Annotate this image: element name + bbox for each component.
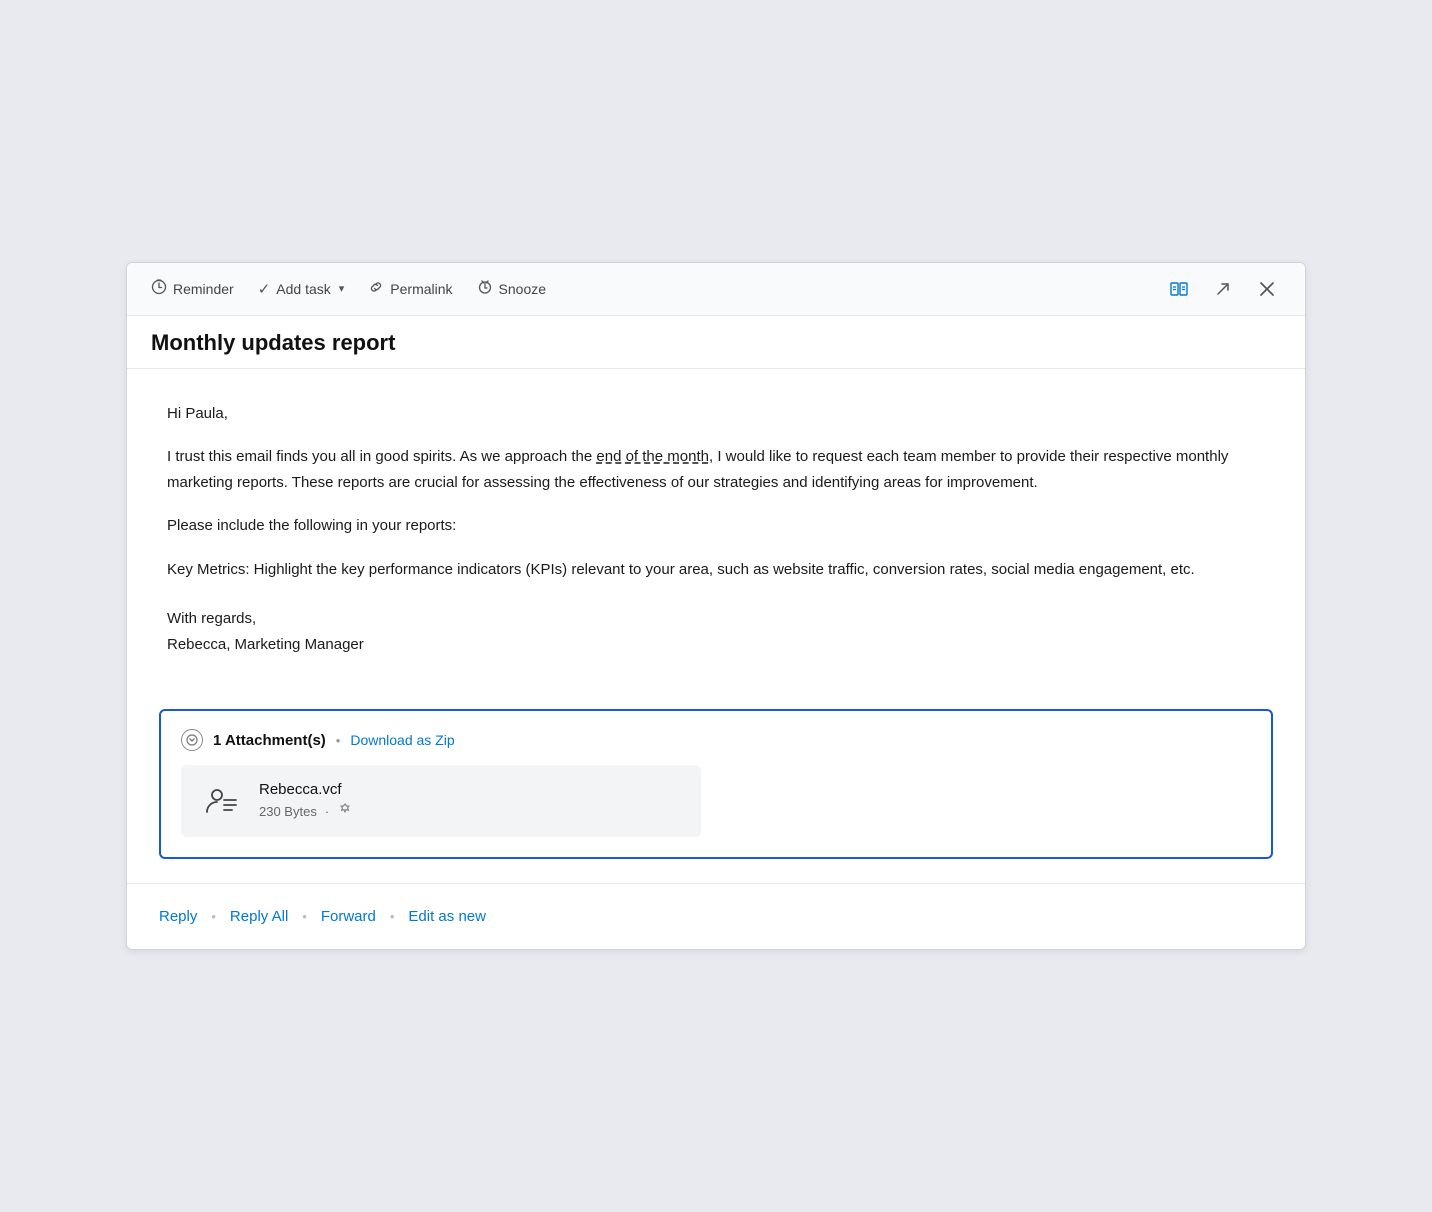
attachment-box: 1 Attachment(s) • Download as Zip Rebecc… [159, 709, 1273, 859]
checkmark-icon: ✓ [258, 280, 271, 298]
attachment-collapse-button[interactable] [181, 729, 203, 751]
verified-icon [337, 802, 353, 821]
reminder-button[interactable]: Reminder [151, 279, 234, 299]
email-title-bar: Monthly updates report [127, 316, 1305, 369]
snooze-label: Snooze [499, 281, 546, 297]
separator-1: • [211, 909, 216, 924]
email-greeting: Hi Paula, [167, 401, 1265, 427]
reply-button[interactable]: Reply [159, 902, 197, 931]
edit-as-new-button[interactable]: Edit as new [408, 902, 486, 931]
email-signature: With regards, Rebecca, Marketing Manager [167, 606, 1265, 657]
file-name: Rebecca.vcf [259, 781, 683, 798]
file-info: Rebecca.vcf 230 Bytes · [259, 781, 683, 821]
caret-down-icon: ▾ [339, 282, 345, 295]
file-size: 230 Bytes [259, 804, 317, 819]
contact-file-icon [199, 779, 243, 823]
file-meta-dot: · [325, 804, 329, 819]
attachment-separator-dot: • [336, 733, 341, 748]
add-task-label: Add task [276, 281, 330, 297]
snooze-button[interactable]: Snooze [477, 279, 546, 299]
close-button[interactable] [1253, 275, 1281, 303]
file-meta: 230 Bytes · [259, 802, 683, 821]
signature-line-1: With regards, [167, 606, 1265, 632]
email-body: Hi Paula, I trust this email finds you a… [127, 369, 1305, 682]
attachment-header: 1 Attachment(s) • Download as Zip [181, 729, 1251, 751]
download-zip-button[interactable]: Download as Zip [350, 732, 454, 748]
link-icon [368, 279, 384, 299]
immersive-reader-button[interactable] [1165, 275, 1193, 303]
attachment-file-item[interactable]: Rebecca.vcf 230 Bytes · [181, 765, 701, 837]
end-of-month-phrase: end of the month [596, 448, 709, 465]
separator-2: • [302, 909, 307, 924]
email-body-paragraph-2: Please include the following in your rep… [167, 513, 1265, 539]
separator-3: • [390, 909, 395, 924]
attachment-section: 1 Attachment(s) • Download as Zip Rebecc… [159, 709, 1273, 859]
add-task-button[interactable]: ✓ Add task ▾ [258, 280, 345, 298]
forward-button[interactable]: Forward [321, 902, 376, 931]
toolbar-left-actions: Reminder ✓ Add task ▾ Permalink [151, 279, 1165, 299]
snooze-icon [477, 279, 493, 299]
toolbar-right-actions [1165, 275, 1281, 303]
action-bar: Reply • Reply All • Forward • Edit as ne… [127, 883, 1305, 949]
reminder-icon [151, 279, 167, 299]
signature-line-2: Rebecca, Marketing Manager [167, 632, 1265, 658]
email-toolbar: Reminder ✓ Add task ▾ Permalink [127, 263, 1305, 316]
permalink-label: Permalink [390, 281, 452, 297]
email-body-paragraph-1: I trust this email finds you all in good… [167, 444, 1265, 495]
reply-all-button[interactable]: Reply All [230, 902, 288, 931]
permalink-button[interactable]: Permalink [368, 279, 452, 299]
email-body-paragraph-3: Key Metrics: Highlight the key performan… [167, 557, 1265, 583]
popout-button[interactable] [1209, 275, 1237, 303]
email-panel: Reminder ✓ Add task ▾ Permalink [126, 262, 1306, 951]
attachment-count: 1 Attachment(s) [213, 732, 326, 749]
email-subject: Monthly updates report [151, 330, 1281, 356]
reminder-label: Reminder [173, 281, 234, 297]
